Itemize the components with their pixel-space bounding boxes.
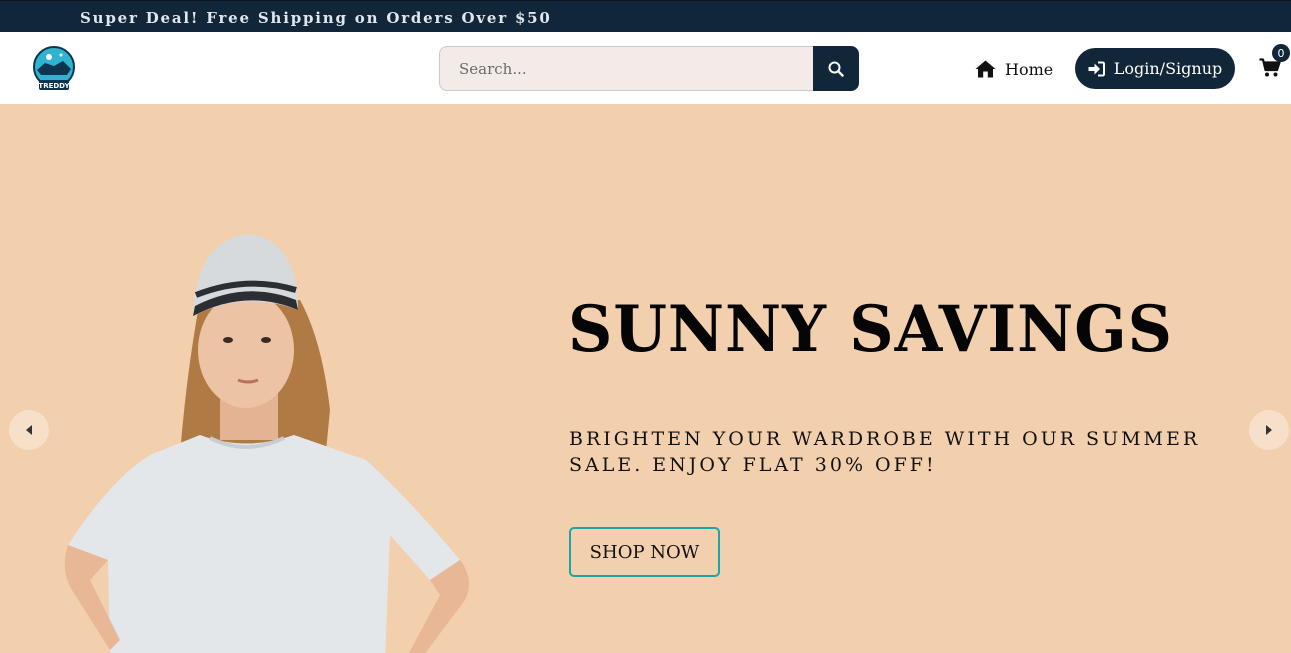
- caret-right-icon: [1266, 425, 1272, 435]
- nav-home-label: Home: [1005, 59, 1054, 79]
- hero-banner: SUNNY SAVINGS BRIGHTEN YOUR WARDROBE WIT…: [0, 104, 1291, 653]
- search-input[interactable]: [439, 46, 813, 91]
- shop-now-button[interactable]: SHOP NOW: [569, 527, 720, 577]
- hero-model-image: [64, 234, 469, 653]
- login-signup-label: Login/Signup: [1113, 59, 1223, 78]
- search-bar: [439, 46, 859, 91]
- login-signup-button[interactable]: Login/Signup: [1075, 48, 1235, 89]
- logo[interactable]: TREDDY: [27, 45, 81, 92]
- cart-count-badge: 0: [1272, 44, 1290, 62]
- sign-in-icon: [1088, 61, 1105, 76]
- caret-left-icon: [26, 425, 32, 435]
- search-button[interactable]: [813, 46, 859, 91]
- announcement-text: Super Deal! Free Shipping on Orders Over…: [80, 9, 552, 27]
- search-icon: [828, 61, 844, 77]
- nav-home-link[interactable]: Home: [975, 58, 1053, 80]
- carousel-next-button[interactable]: [1249, 410, 1289, 450]
- carousel-prev-button[interactable]: [9, 410, 49, 450]
- announcement-bar: Super Deal! Free Shipping on Orders Over…: [0, 0, 1291, 32]
- logo-text: TREDDY: [38, 82, 70, 90]
- hero-title: SUNNY SAVINGS: [568, 292, 1173, 367]
- site-header: TREDDY Home Login/Signup 0: [0, 32, 1291, 104]
- hero-subtitle: BRIGHTEN YOUR WARDROBE WITH OUR SUMMER S…: [569, 428, 1201, 476]
- home-icon: [975, 60, 996, 78]
